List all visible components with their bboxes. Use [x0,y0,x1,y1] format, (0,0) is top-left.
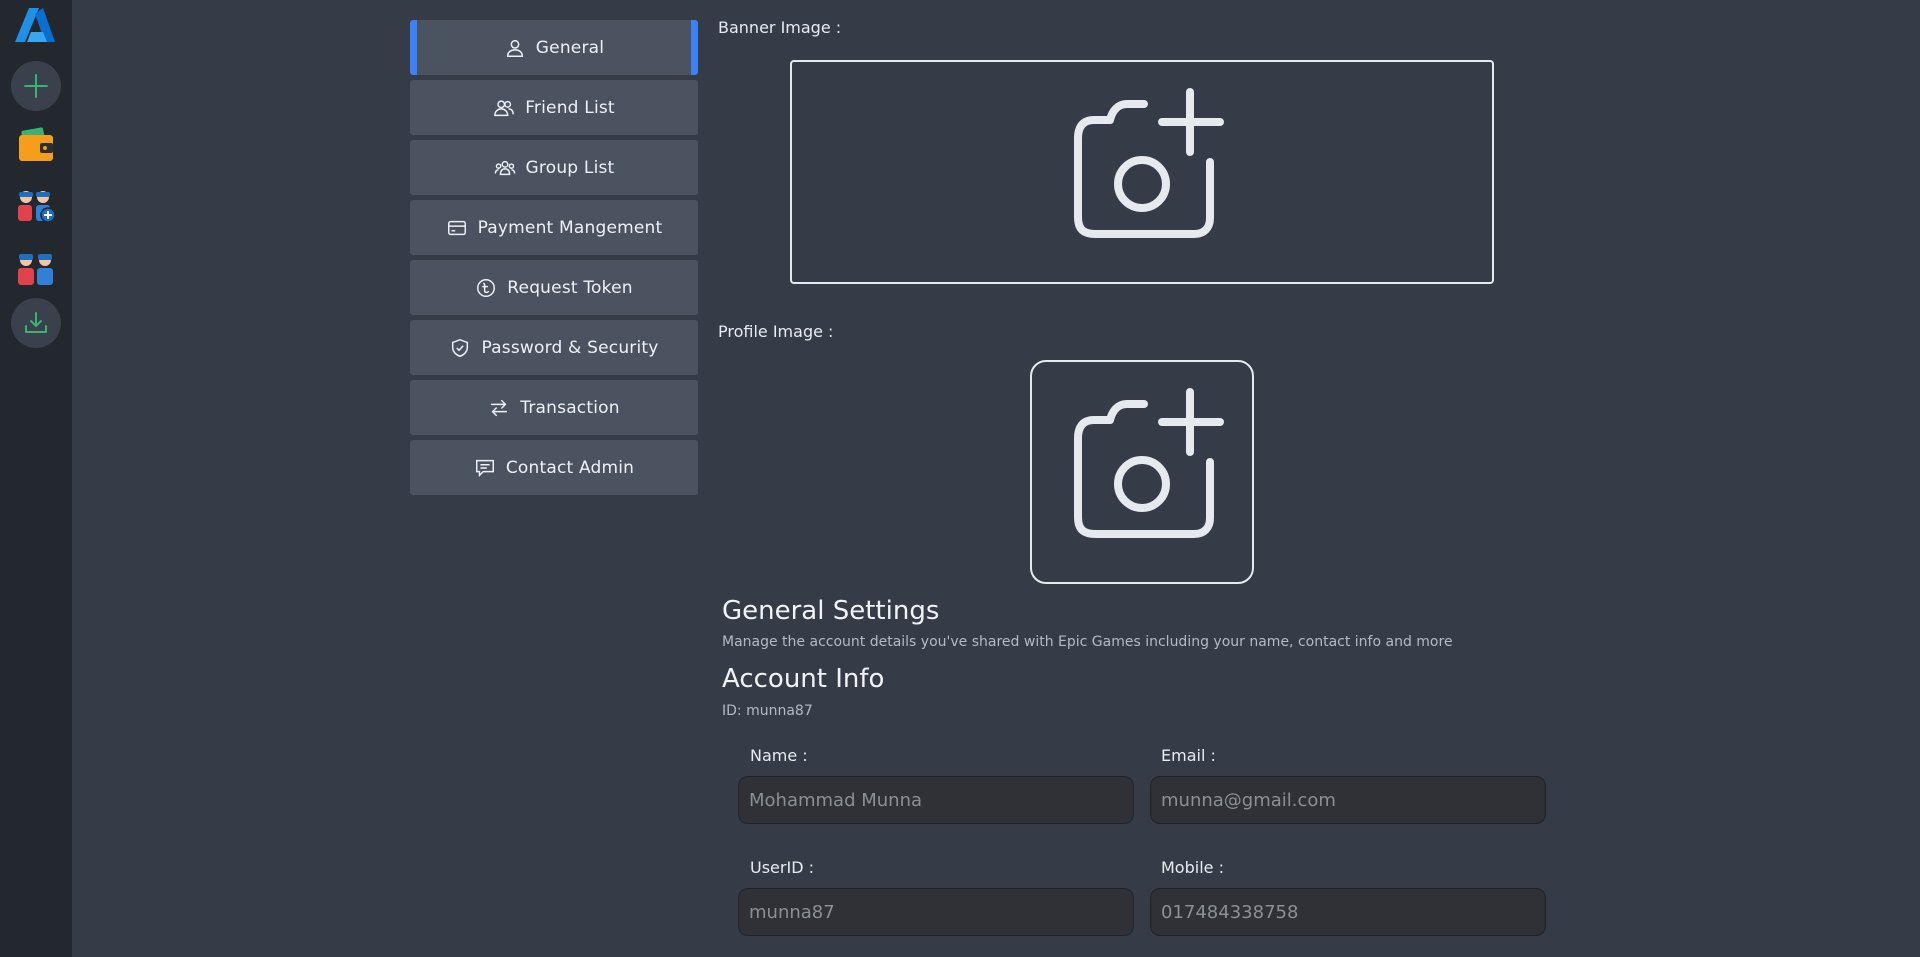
nav-item-password-security[interactable]: Password & Security [410,320,698,375]
userid-input[interactable] [738,888,1134,936]
account-info-title: Account Info [722,664,885,694]
nav-item-general[interactable]: General [410,20,698,75]
taka-coin-icon [477,278,496,297]
users-icon [494,99,515,116]
name-input[interactable] [738,776,1134,824]
add-group-icon[interactable] [16,183,56,223]
add-icon [24,74,48,98]
nav-item-contact-admin[interactable]: Contact Admin [410,440,698,495]
nav-item-label: Group List [525,157,615,178]
add-photo-icon [1074,388,1224,538]
name-label: Name : [750,746,808,765]
add-photo-icon [1074,88,1224,238]
user-icon [506,39,523,57]
userid-label: UserID : [750,858,814,877]
shield-check-icon [452,338,469,357]
nav-item-label: Friend List [525,97,615,118]
general-settings-subtitle: Manage the account details you've shared… [722,634,1453,650]
email-input[interactable] [1150,776,1546,824]
mobile-label: Mobile : [1161,858,1224,877]
group-icon [494,160,515,175]
message-icon [475,459,494,477]
nav-item-transaction[interactable]: Transaction [410,380,698,435]
nav-item-label: Transaction [520,397,620,418]
nav-item-group-list[interactable]: Group List [410,140,698,195]
download-icon [25,312,47,333]
nav-item-request-token[interactable]: Request Token [410,260,698,315]
nav-item-label: Request Token [507,277,633,298]
profile-image-upload[interactable] [1030,360,1254,584]
credit-card-icon [447,220,466,235]
banner-image-label: Banner Image : [718,18,842,37]
settings-nav: General Friend List Group List Payment M… [410,20,698,500]
mobile-input[interactable] [1150,888,1546,936]
download-button[interactable] [11,298,61,348]
transfer-arrows-icon [491,399,508,416]
wallet-icon[interactable] [16,126,56,166]
app-rail [0,0,72,957]
nav-item-label: Password & Security [481,337,659,358]
friends-icon[interactable] [16,246,56,286]
general-settings-title: General Settings [722,596,940,626]
nav-item-label: Contact Admin [505,457,635,478]
nav-item-label: Payment Mangement [477,217,663,238]
banner-image-upload[interactable] [790,60,1494,284]
account-id: ID: munna87 [722,703,813,719]
nav-item-label: General [535,37,605,58]
nav-item-friend-list[interactable]: Friend List [410,80,698,135]
profile-image-label: Profile Image : [718,322,834,341]
add-button[interactable] [11,61,61,111]
app-logo-icon[interactable] [15,6,55,44]
email-label: Email : [1161,746,1216,765]
nav-item-payment-management[interactable]: Payment Mangement [410,200,698,255]
